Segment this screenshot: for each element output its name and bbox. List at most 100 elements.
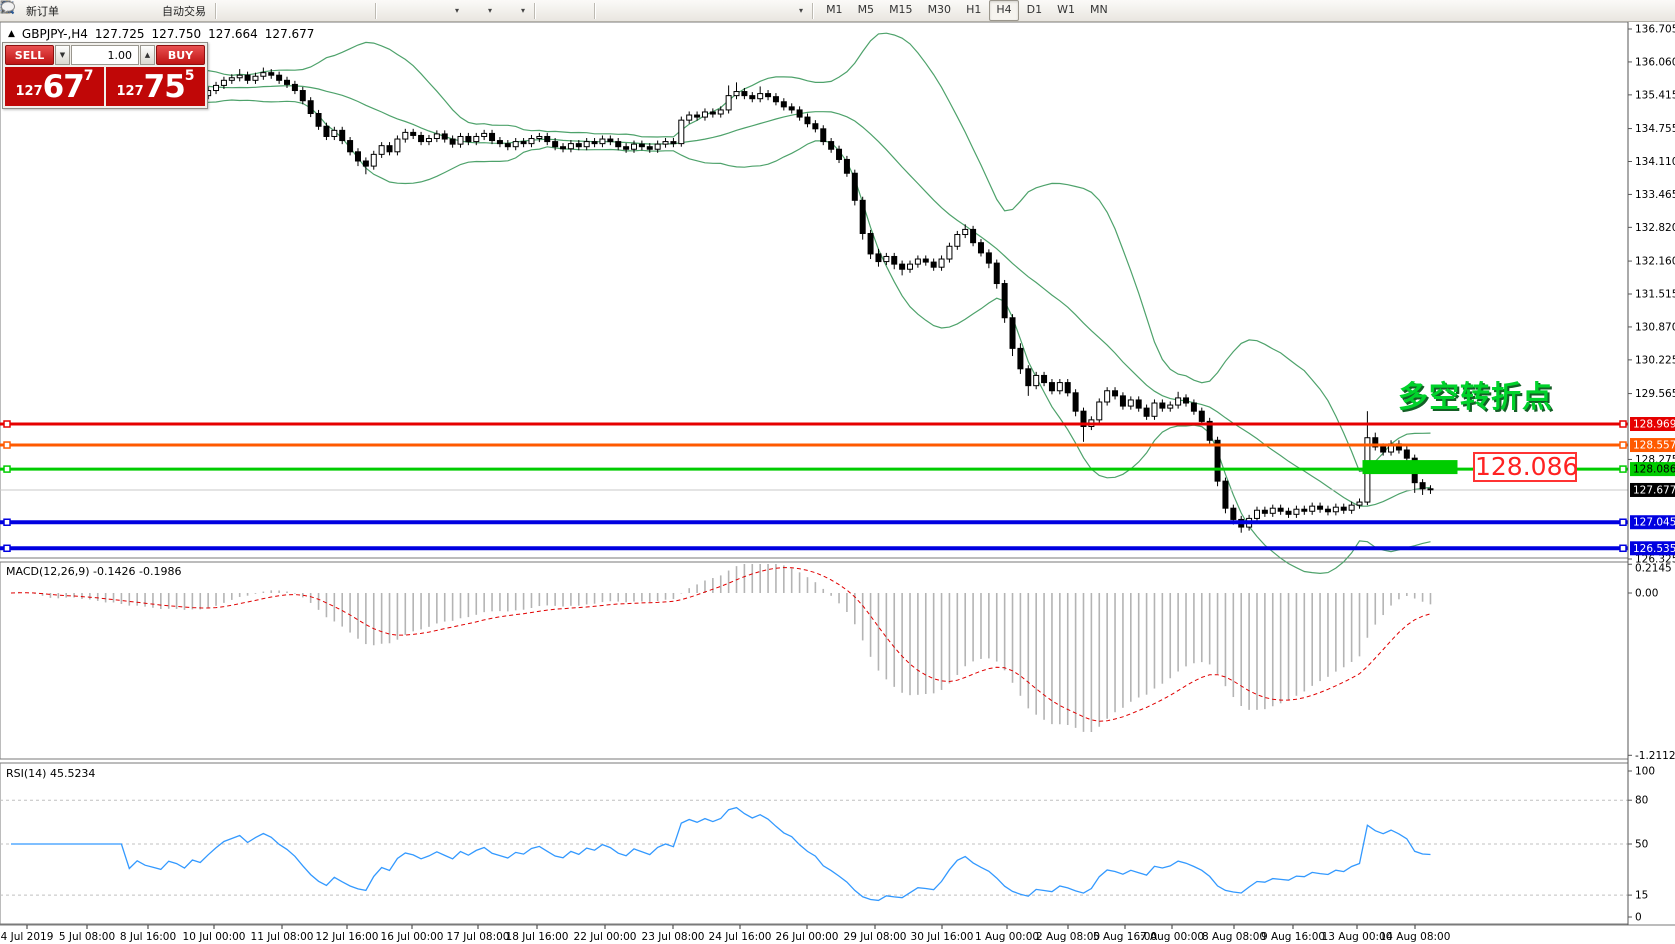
volume-up-button[interactable]: ▲ bbox=[140, 45, 155, 65]
svg-text:0.00: 0.00 bbox=[1635, 588, 1658, 600]
svg-text:23 Jul 08:00: 23 Jul 08:00 bbox=[642, 931, 705, 943]
zoom-in-button[interactable] bbox=[297, 2, 320, 20]
macd-axis[interactable]: 0.21450.00-1.2112 bbox=[1628, 563, 1675, 762]
zoom-out-button[interactable] bbox=[322, 2, 345, 20]
arrows-icon bbox=[780, 3, 795, 18]
buy-price[interactable]: 127 75 5 bbox=[106, 67, 205, 106]
svg-text:0: 0 bbox=[1635, 912, 1642, 924]
indicator-window-button[interactable] bbox=[382, 2, 405, 20]
timeframe-MN[interactable]: MN bbox=[1083, 0, 1115, 21]
dropdown-caret-icon: ▾ bbox=[799, 6, 803, 15]
svg-text:128.969: 128.969 bbox=[1633, 419, 1675, 431]
ohlc-high: 127.750 bbox=[152, 27, 202, 42]
svg-text:134.755: 134.755 bbox=[1635, 123, 1675, 135]
arrows-tool[interactable]: ▾ bbox=[776, 2, 807, 20]
timeframe-strip: M1M5M15M30H1H4D1W1MN bbox=[819, 0, 1115, 21]
zoom-out-icon bbox=[326, 3, 341, 18]
timeframe-H4[interactable]: H4 bbox=[989, 0, 1018, 21]
line-chart-icon bbox=[276, 3, 291, 18]
text-tool[interactable]: A bbox=[726, 2, 749, 20]
timeframe-H1[interactable]: H1 bbox=[959, 0, 988, 21]
timeframe-M15[interactable]: M15 bbox=[882, 0, 920, 21]
chart-end-icon bbox=[411, 3, 426, 18]
cursor-tool[interactable] bbox=[541, 2, 564, 20]
svg-text:9 Aug 16:00: 9 Aug 16:00 bbox=[1261, 931, 1325, 943]
label-tool[interactable]: T bbox=[751, 2, 774, 20]
timeframe-M30[interactable]: M30 bbox=[921, 0, 959, 21]
timeframe-W1[interactable]: W1 bbox=[1050, 0, 1082, 21]
chat-icon[interactable] bbox=[1650, 3, 1665, 18]
rsi-label: RSI(14) 45.5234 bbox=[6, 767, 95, 780]
time-axis[interactable]: 4 Jul 20195 Jul 08:008 Jul 16:0010 Jul 0… bbox=[1, 925, 1451, 943]
chart-forward-button[interactable] bbox=[407, 2, 430, 20]
styler-button[interactable] bbox=[65, 2, 88, 20]
svg-text:2 Aug 08:00: 2 Aug 08:00 bbox=[1036, 931, 1100, 943]
channel-tool[interactable]: E bbox=[676, 2, 699, 20]
svg-text:29 Jul 08:00: 29 Jul 08:00 bbox=[844, 931, 907, 943]
svg-text:16 Jul 00:00: 16 Jul 00:00 bbox=[381, 931, 444, 943]
svg-text:128.086: 128.086 bbox=[1633, 464, 1675, 476]
text-label-icon: T bbox=[755, 3, 770, 18]
bar-chart-icon bbox=[226, 3, 241, 18]
vline-tool[interactable] bbox=[601, 2, 624, 20]
svg-text:80: 80 bbox=[1635, 795, 1648, 807]
buy-button[interactable]: BUY bbox=[156, 45, 205, 65]
tile-windows-icon bbox=[351, 3, 366, 18]
volume-down-button[interactable]: ▼ bbox=[55, 45, 70, 65]
svg-text:130.870: 130.870 bbox=[1635, 321, 1675, 333]
search-icon[interactable] bbox=[1629, 3, 1644, 18]
candle-chart-icon bbox=[251, 3, 266, 18]
svg-text:5 Jul 08:00: 5 Jul 08:00 bbox=[59, 931, 115, 943]
svg-text:12 Jul 16:00: 12 Jul 16:00 bbox=[316, 931, 379, 943]
template-button[interactable]: ▾ bbox=[498, 2, 529, 20]
svg-text:18 Jul 16:00: 18 Jul 16:00 bbox=[506, 931, 569, 943]
svg-text:127.677: 127.677 bbox=[1633, 484, 1675, 496]
buy-price-big: 75 bbox=[144, 72, 185, 103]
line-chart-button[interactable] bbox=[272, 2, 295, 20]
tile-windows-button[interactable] bbox=[347, 2, 370, 20]
sell-price[interactable]: 127 67 7 bbox=[5, 67, 104, 106]
svg-text:0.2145: 0.2145 bbox=[1635, 563, 1672, 575]
period-button[interactable]: ▾ bbox=[465, 2, 496, 20]
svg-text:22 Jul 00:00: 22 Jul 00:00 bbox=[574, 931, 637, 943]
add-indicator-button[interactable]: ▾ bbox=[432, 2, 463, 20]
autotrading-icon bbox=[144, 3, 159, 18]
timeframe-D1[interactable]: D1 bbox=[1020, 0, 1049, 21]
dropdown-caret-icon: ▾ bbox=[455, 6, 459, 15]
price-box-annotation[interactable]: 128.086 bbox=[1473, 452, 1577, 482]
rsi-axis[interactable]: 1008050150 bbox=[1628, 766, 1655, 924]
terminal-button[interactable] bbox=[90, 2, 113, 20]
bar-chart-button[interactable] bbox=[222, 2, 245, 20]
fibonacci-tool[interactable]: F bbox=[701, 2, 724, 20]
autotrading-button[interactable]: 自动交易 bbox=[140, 2, 210, 20]
timeframe-M1[interactable]: M1 bbox=[819, 0, 850, 21]
toolbar-separator bbox=[812, 3, 814, 19]
price-axis[interactable]: 136.705136.060135.415134.755134.110133.4… bbox=[1628, 22, 1675, 925]
sell-button[interactable]: SELL bbox=[5, 45, 54, 65]
ohlc-open: 127.725 bbox=[95, 27, 145, 42]
symbol-marker-icon[interactable]: ▲ bbox=[8, 27, 15, 42]
svg-text:129.565: 129.565 bbox=[1635, 388, 1675, 400]
cursor-icon bbox=[545, 3, 560, 18]
sell-price-big: 67 bbox=[43, 72, 84, 103]
crosshair-tool[interactable] bbox=[566, 2, 589, 20]
volume-input[interactable]: 1.00 bbox=[71, 45, 139, 65]
svg-text:15: 15 bbox=[1635, 890, 1648, 902]
fibonacci-icon: F bbox=[705, 3, 720, 18]
svg-text:26 Jul 00:00: 26 Jul 00:00 bbox=[776, 931, 839, 943]
chart-canvas[interactable]: 136.705136.060135.415134.755134.110133.4… bbox=[0, 22, 1675, 944]
timeframe-M5[interactable]: M5 bbox=[851, 0, 882, 21]
equidistant-channel-icon: E bbox=[680, 3, 695, 18]
svg-text:133.465: 133.465 bbox=[1635, 189, 1675, 201]
toolbar-separator bbox=[534, 3, 536, 19]
svg-text:132.820: 132.820 bbox=[1635, 222, 1675, 234]
turning-point-annotation[interactable]: 多空转折点 bbox=[1398, 372, 1573, 416]
candle-chart-button[interactable] bbox=[247, 2, 270, 20]
signals-button[interactable] bbox=[115, 2, 138, 20]
hline-tool[interactable] bbox=[626, 2, 649, 20]
trendline-tool[interactable] bbox=[651, 2, 674, 20]
buy-price-pip: 5 bbox=[185, 69, 195, 83]
dropdown-caret-icon: ▾ bbox=[521, 6, 525, 15]
sell-price-prefix: 127 bbox=[15, 81, 42, 103]
toolbar: 新订单 自动交易 bbox=[0, 0, 1675, 22]
